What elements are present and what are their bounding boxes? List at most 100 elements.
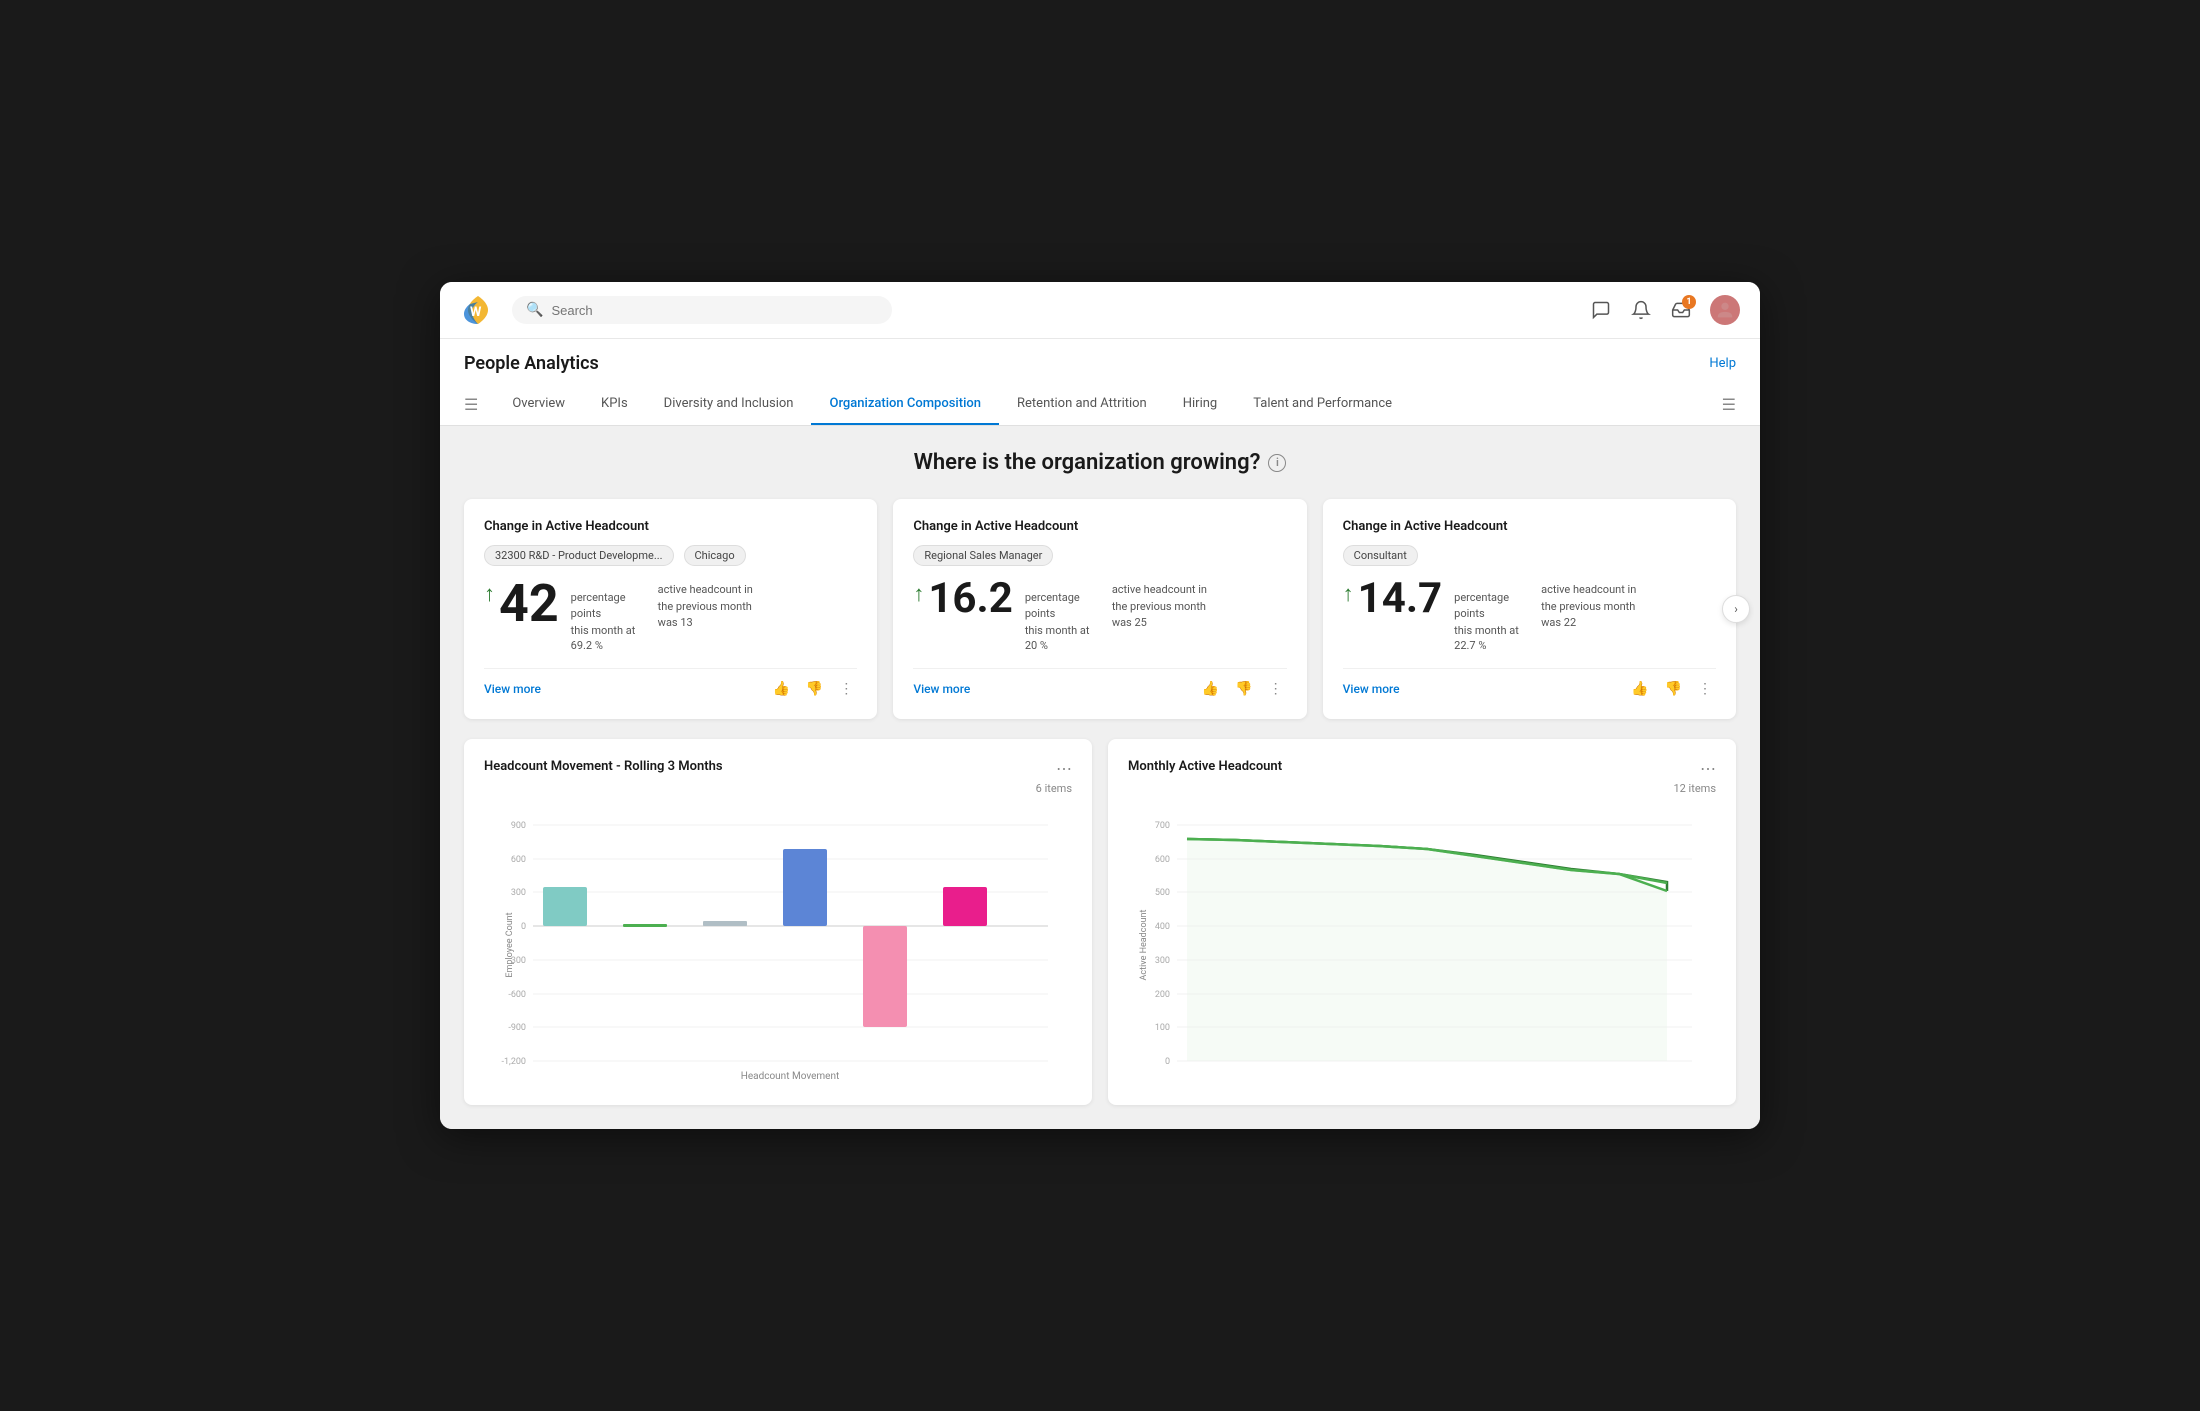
main-content: Where is the organization growing? i Cha… bbox=[440, 426, 1760, 1129]
svg-text:0: 0 bbox=[521, 922, 526, 932]
bar-chart-card: Headcount Movement - Rolling 3 Months ⋯ … bbox=[464, 739, 1092, 1105]
card-1-tag-1: 32300 R&D - Product Developme... bbox=[484, 545, 674, 566]
charts-row: Headcount Movement - Rolling 3 Months ⋯ … bbox=[464, 739, 1736, 1105]
svg-text:100: 100 bbox=[1155, 1023, 1170, 1033]
tab-retention[interactable]: Retention and Attrition bbox=[999, 384, 1165, 425]
card-2-actions: 👍 👎 ⋮ bbox=[1198, 679, 1287, 699]
svg-text:W: W bbox=[470, 305, 482, 320]
card-2-active-label: active headcount in the previous month w… bbox=[1112, 582, 1212, 654]
card-2-more[interactable]: ⋮ bbox=[1265, 679, 1287, 699]
card-1-actions: 👍 👎 ⋮ bbox=[768, 679, 857, 699]
line-y-label: Active Headcount bbox=[1139, 909, 1149, 980]
card-3: Change in Active Headcount Consultant ↑ … bbox=[1323, 499, 1736, 719]
card-3-actions: 👍 👎 ⋮ bbox=[1627, 679, 1716, 699]
card-2-value: 16.2 bbox=[928, 578, 1012, 620]
search-input[interactable] bbox=[551, 303, 878, 318]
svg-text:-600: -600 bbox=[508, 990, 526, 1000]
svg-text:300: 300 bbox=[511, 888, 526, 898]
tab-menu-icon[interactable]: ☰ bbox=[1722, 395, 1736, 414]
filter-icon[interactable]: ☰ bbox=[464, 395, 478, 414]
inbox-badge: 1 bbox=[1682, 295, 1696, 309]
card-2-pct-label: percentage points this month at 20 % bbox=[1025, 590, 1100, 654]
card-1-dislike[interactable]: 👎 bbox=[802, 679, 827, 699]
card-3-like[interactable]: 👍 bbox=[1627, 679, 1652, 699]
search-bar: 🔍 bbox=[512, 296, 892, 324]
help-link[interactable]: Help bbox=[1709, 356, 1736, 371]
card-1-active-label: active headcount in the previous month w… bbox=[658, 582, 758, 654]
bar-5 bbox=[863, 926, 907, 1027]
card-2-dislike[interactable]: 👎 bbox=[1231, 679, 1256, 699]
card-3-view-more[interactable]: View more bbox=[1343, 682, 1400, 696]
avatar[interactable] bbox=[1710, 295, 1740, 325]
bar-3 bbox=[703, 921, 747, 926]
bar-chart-title: Headcount Movement - Rolling 3 Months bbox=[484, 759, 723, 774]
card-1-footer: View more 👍 👎 ⋮ bbox=[484, 668, 857, 699]
card-3-tag-1: Consultant bbox=[1343, 545, 1418, 566]
card-3-dislike[interactable]: 👎 bbox=[1661, 679, 1686, 699]
bar-6 bbox=[943, 887, 987, 926]
line-chart-card: Monthly Active Headcount ⋯ 12 items Acti… bbox=[1108, 739, 1736, 1105]
card-3-arrow: ↑ bbox=[1343, 584, 1354, 606]
workday-logo[interactable]: W bbox=[460, 292, 496, 328]
card-1: Change in Active Headcount 32300 R&D - P… bbox=[464, 499, 877, 719]
section-title-text: Where is the organization growing? bbox=[914, 450, 1261, 475]
cards-next-arrow[interactable]: › bbox=[1722, 595, 1750, 623]
card-3-metric: ↑ 14.7 percentage points this month at 2… bbox=[1343, 578, 1716, 654]
card-1-like[interactable]: 👍 bbox=[768, 679, 793, 699]
card-2-footer: View more 👍 👎 ⋮ bbox=[913, 668, 1286, 699]
inbox-icon[interactable]: 1 bbox=[1670, 299, 1692, 321]
card-2-like[interactable]: 👍 bbox=[1198, 679, 1223, 699]
line-chart-title: Monthly Active Headcount bbox=[1128, 759, 1282, 774]
tab-hiring[interactable]: Hiring bbox=[1165, 384, 1235, 425]
card-2-metric: ↑ 16.2 percentage points this month at 2… bbox=[913, 578, 1286, 654]
bar-1 bbox=[543, 887, 587, 926]
bar-chart-menu[interactable]: ⋯ bbox=[1056, 759, 1072, 778]
svg-text:600: 600 bbox=[511, 855, 526, 865]
card-1-pct-label: percentage points this month at 69.2 % bbox=[571, 590, 646, 654]
svg-text:-1,200: -1,200 bbox=[502, 1057, 527, 1067]
card-2: Change in Active Headcount Regional Sale… bbox=[893, 499, 1306, 719]
line-chart-header: Monthly Active Headcount ⋯ bbox=[1128, 759, 1716, 778]
search-icon: 🔍 bbox=[526, 302, 543, 318]
card-1-title: Change in Active Headcount bbox=[484, 519, 857, 534]
section-title-row: Where is the organization growing? i bbox=[464, 450, 1736, 475]
svg-text:200: 200 bbox=[1155, 990, 1170, 1000]
bell-icon[interactable] bbox=[1630, 299, 1652, 321]
bar-4 bbox=[783, 849, 827, 926]
line-chart-menu[interactable]: ⋯ bbox=[1700, 759, 1716, 778]
tab-talent[interactable]: Talent and Performance bbox=[1235, 384, 1410, 425]
info-icon[interactable]: i bbox=[1268, 454, 1286, 472]
app-window: W 🔍 bbox=[440, 282, 1760, 1129]
card-3-value: 14.7 bbox=[1358, 578, 1442, 620]
card-1-value: 42 bbox=[499, 578, 559, 630]
tab-diversity[interactable]: Diversity and Inclusion bbox=[646, 384, 812, 425]
card-2-view-more[interactable]: View more bbox=[913, 682, 970, 696]
svg-text:400: 400 bbox=[1155, 922, 1170, 932]
svg-text:600: 600 bbox=[1155, 855, 1170, 865]
topbar-right: 1 bbox=[1590, 295, 1740, 325]
card-3-more[interactable]: ⋮ bbox=[1694, 679, 1716, 699]
svg-text:500: 500 bbox=[1155, 888, 1170, 898]
card-1-view-more[interactable]: View more bbox=[484, 682, 541, 696]
card-1-more[interactable]: ⋮ bbox=[835, 679, 857, 699]
svg-text:-900: -900 bbox=[508, 1023, 526, 1033]
bar-y-label: Employee Count bbox=[505, 912, 515, 977]
svg-text:700: 700 bbox=[1155, 821, 1170, 831]
card-2-title: Change in Active Headcount bbox=[913, 519, 1286, 534]
tab-overview[interactable]: Overview bbox=[494, 384, 583, 425]
chat-icon[interactable] bbox=[1590, 299, 1612, 321]
line-chart-container: Active Headcount 700 600 500 400 300 bbox=[1128, 805, 1716, 1085]
cards-row: Change in Active Headcount 32300 R&D - P… bbox=[464, 499, 1736, 719]
line-chart-svg: Active Headcount 700 600 500 400 300 bbox=[1128, 805, 1716, 1085]
bar-chart-svg: Employee Count bbox=[484, 805, 1072, 1085]
svg-text:-300: -300 bbox=[508, 956, 526, 966]
card-1-tag-2: Chicago bbox=[684, 545, 746, 566]
bar-x-label: Headcount Movement bbox=[741, 1071, 840, 1082]
card-3-active-label: active headcount in the previous month w… bbox=[1541, 582, 1641, 654]
card-1-metric: ↑ 42 percentage points this month at 69.… bbox=[484, 578, 857, 654]
bar-chart-container: Employee Count bbox=[484, 805, 1072, 1085]
tab-org-composition[interactable]: Organization Composition bbox=[811, 384, 999, 425]
card-3-title: Change in Active Headcount bbox=[1343, 519, 1716, 534]
bar-chart-count: 6 items bbox=[484, 782, 1072, 795]
tab-kpis[interactable]: KPIs bbox=[583, 384, 646, 425]
